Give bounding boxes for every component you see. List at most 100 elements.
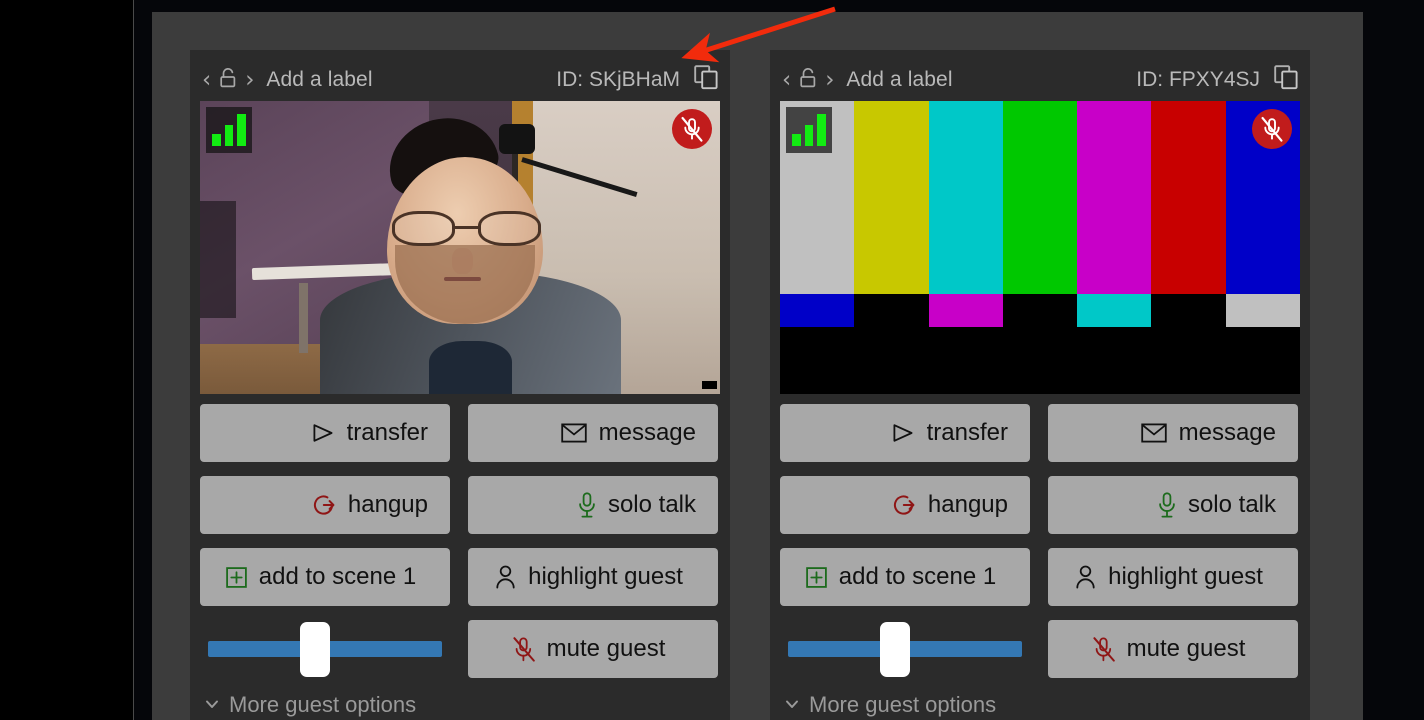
more-guest-options-toggle[interactable]: More guest options <box>200 692 720 718</box>
guest-label-input[interactable]: Add a label <box>846 68 952 92</box>
volume-slider[interactable] <box>200 620 450 678</box>
transfer-icon <box>891 422 915 444</box>
guest-action-grid: transfer message hangup solo talk add to… <box>200 404 720 678</box>
webcam-scene-element <box>452 247 473 274</box>
plus-box-icon <box>225 566 247 588</box>
gutter-divider <box>133 0 134 720</box>
chevron-left-icon[interactable]: ‹ <box>202 68 211 92</box>
transfer-button[interactable]: transfer <box>200 404 450 462</box>
guest-card: ‹ › Add a label ID: SKjBHaM transfer messa… <box>190 50 730 720</box>
color-bar <box>1077 101 1152 295</box>
button-label: transfer <box>346 419 428 446</box>
transfer-button[interactable]: transfer <box>780 404 1030 462</box>
director-panel: ‹ › Add a label ID: SKjBHaM transfer messa… <box>152 12 1363 720</box>
volume-slider-thumb[interactable] <box>879 621 910 677</box>
button-label: add to scene 1 <box>258 563 417 590</box>
color-bar <box>928 294 1003 327</box>
chevron-left-icon[interactable]: ‹ <box>782 68 791 92</box>
envelope-icon <box>1140 423 1167 443</box>
highlight-guest-button[interactable]: highlight guest <box>1048 548 1298 606</box>
add-to-scene-1-button[interactable]: add to scene 1 <box>200 548 450 606</box>
guest-nav-icons: ‹ › <box>202 67 254 94</box>
chevron-right-icon[interactable]: › <box>245 68 254 92</box>
color-bar <box>1151 294 1226 327</box>
solo-talk-button[interactable]: solo talk <box>468 476 718 534</box>
webcam-scene-element <box>298 282 308 353</box>
chevron-down-icon <box>784 692 800 718</box>
color-bar <box>854 101 929 295</box>
button-label: solo talk <box>607 491 696 518</box>
microphone-muted-icon[interactable] <box>672 109 712 149</box>
microphone-icon <box>1158 492 1176 518</box>
plus-box-icon <box>805 566 827 588</box>
button-label: message <box>1178 419 1276 446</box>
signal-bars-icon <box>206 107 252 153</box>
highlight-guest-button[interactable]: highlight guest <box>468 548 718 606</box>
more-guest-options-toggle[interactable]: More guest options <box>780 692 1300 718</box>
color-bar <box>1002 101 1078 295</box>
signal-bars-icon <box>786 107 832 153</box>
message-button[interactable]: message <box>468 404 718 462</box>
mute-guest-button[interactable]: mute guest <box>468 620 718 678</box>
video-content <box>200 101 720 394</box>
person-icon <box>495 565 516 589</box>
button-label: message <box>598 419 696 446</box>
left-gutter <box>0 0 133 720</box>
add-to-scene-1-button[interactable]: add to scene 1 <box>780 548 1030 606</box>
message-button[interactable]: message <box>1048 404 1298 462</box>
color-bar <box>780 294 855 327</box>
envelope-icon <box>560 423 587 443</box>
guest-video-preview[interactable] <box>780 101 1300 394</box>
more-guest-options-label: More guest options <box>809 692 997 717</box>
hangup-button[interactable]: hangup <box>200 476 450 534</box>
guest-action-grid: transfer message hangup solo talk add to… <box>780 404 1300 678</box>
webcam-scene-element <box>428 341 512 394</box>
webcam-scene-element <box>200 200 237 318</box>
more-guest-options-label: More guest options <box>229 692 417 717</box>
webcam-scene-element <box>702 381 717 389</box>
button-label: mute guest <box>1126 635 1246 662</box>
microphone-muted-icon <box>513 636 535 662</box>
button-label: highlight guest <box>1108 563 1263 590</box>
guest-id-text: ID: FPXY4SJ <box>1136 68 1260 91</box>
button-label: transfer <box>926 419 1008 446</box>
color-bar <box>1077 294 1152 327</box>
guest-video-preview[interactable] <box>200 101 720 394</box>
chevron-right-icon[interactable]: › <box>825 68 834 92</box>
color-bar <box>928 101 1003 295</box>
unlocked-padlock-icon[interactable] <box>218 67 238 94</box>
chevron-down-icon <box>204 692 220 718</box>
button-label: hangup <box>927 491 1008 518</box>
color-bar <box>1225 294 1300 327</box>
guest-card-header: ‹ › Add a label ID: FPXY4SJ <box>780 62 1300 98</box>
color-bar-black-row <box>780 326 1300 394</box>
color-bar <box>1151 101 1226 295</box>
webcam-scene-element <box>444 276 481 281</box>
microphone-muted-icon <box>1093 636 1115 662</box>
guest-card-header: ‹ › Add a label ID: SKjBHaM <box>200 62 720 98</box>
guest-label-input[interactable]: Add a label <box>266 68 372 92</box>
button-label: highlight guest <box>528 563 683 590</box>
copy-icon[interactable] <box>694 65 718 95</box>
solo-talk-button[interactable]: solo talk <box>1048 476 1298 534</box>
guest-strip: ‹ › Add a label ID: SKjBHaM transfer messa… <box>190 50 1310 720</box>
guest-id-text: ID: SKjBHaM <box>556 68 680 91</box>
volume-slider-thumb[interactable] <box>299 621 330 677</box>
button-label: add to scene 1 <box>838 563 997 590</box>
volume-slider[interactable] <box>780 620 1030 678</box>
webcam-scene-element <box>499 124 535 155</box>
mute-guest-button[interactable]: mute guest <box>1048 620 1298 678</box>
button-label: mute guest <box>546 635 666 662</box>
unlocked-padlock-icon[interactable] <box>798 67 818 94</box>
copy-icon[interactable] <box>1274 65 1298 95</box>
hangup-icon <box>312 493 336 517</box>
microphone-muted-icon[interactable] <box>1252 109 1292 149</box>
guest-card: ‹ › Add a label ID: FPXY4SJ transfer messa… <box>770 50 1310 720</box>
color-bar <box>1002 294 1078 327</box>
video-content <box>780 101 1300 394</box>
webcam-scene-element <box>392 210 541 247</box>
hangup-button[interactable]: hangup <box>780 476 1030 534</box>
transfer-icon <box>311 422 335 444</box>
guest-nav-icons: ‹ › <box>782 67 834 94</box>
color-bar <box>854 294 929 327</box>
